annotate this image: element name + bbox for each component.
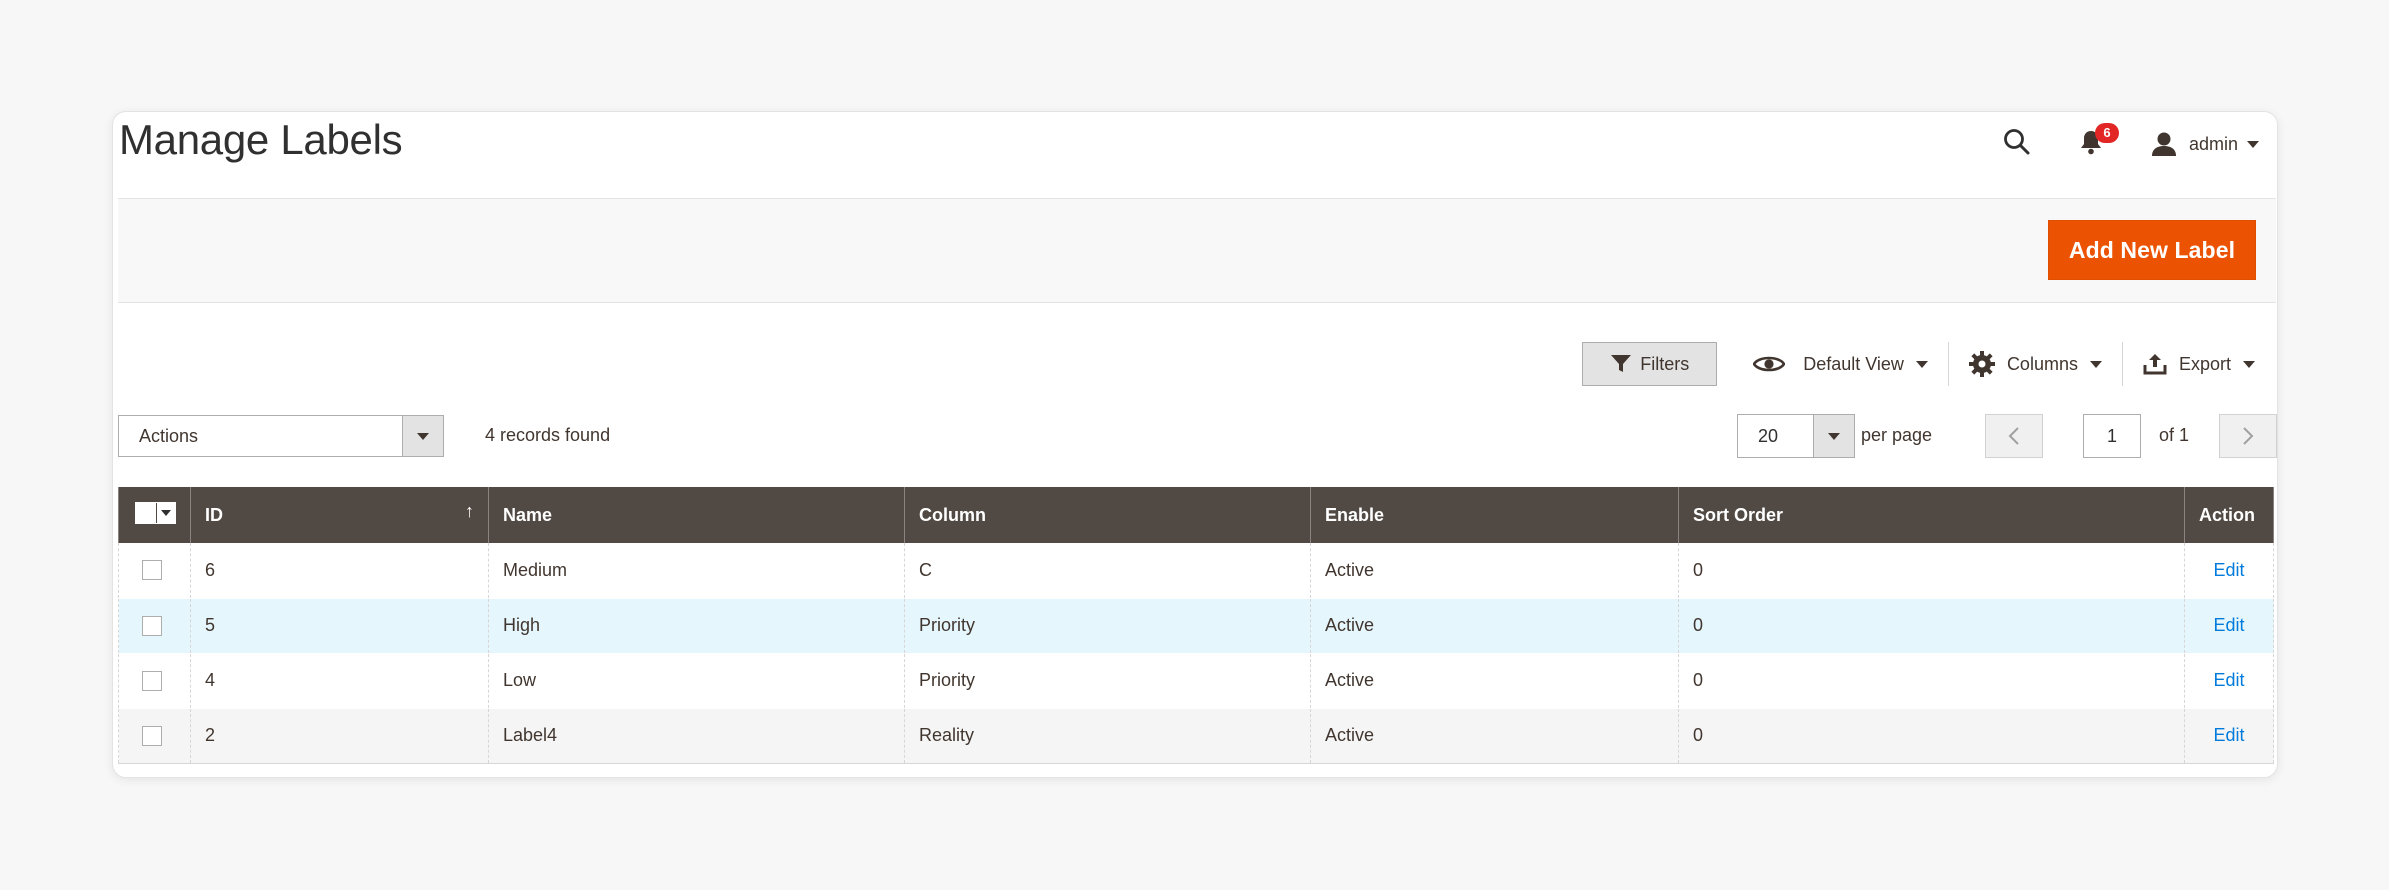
table-row: 2 Label4 Reality Active 0 Edit [118, 708, 2274, 764]
cell-name: Low [488, 653, 905, 709]
chevron-down-icon [1915, 360, 1928, 368]
edit-link[interactable]: Edit [2213, 670, 2244, 690]
cell-sort-order: 0 [1678, 543, 2185, 599]
per-page-value: 20 [1758, 425, 1779, 446]
chevron-down-icon [2089, 360, 2102, 368]
cell-sort-order: 0 [1678, 708, 2185, 764]
column-header-name[interactable]: Name [488, 487, 905, 543]
per-page-label: per page [1861, 425, 1933, 445]
page-actions-bar: Add New Label [118, 198, 2276, 303]
cell-action: Edit [2184, 598, 2274, 654]
column-header-column[interactable]: Column [904, 487, 1311, 543]
row-checkbox[interactable] [142, 725, 162, 746]
export-icon [2143, 354, 2167, 375]
columns-label: Columns [2006, 353, 2078, 374]
columns-dropdown[interactable]: Columns [1968, 342, 2102, 386]
mass-actions-label: Actions [139, 425, 199, 446]
cell-column: Reality [904, 708, 1311, 764]
row-select-cell [118, 543, 191, 599]
cell-id: 6 [190, 543, 489, 599]
admin-panel: Manage Labels 6 admin Add New Label Filt… [112, 111, 2278, 778]
per-page-select[interactable]: 20 [1737, 414, 1855, 458]
page-title: Manage Labels [119, 116, 403, 163]
chevron-down-icon [2243, 360, 2255, 368]
user-icon [2151, 132, 2176, 156]
cell-enable: Active [1310, 598, 1679, 654]
row-checkbox[interactable] [142, 615, 162, 636]
sort-ascending-icon: ↑ [465, 501, 474, 521]
toolbar-divider [2121, 342, 2123, 386]
cell-column: C [904, 543, 1311, 599]
mass-select-checkbox[interactable] [135, 502, 176, 524]
cell-enable: Active [1310, 708, 1679, 764]
column-header-sort-order[interactable]: Sort Order [1678, 487, 2185, 543]
user-menu[interactable]: admin [2151, 131, 2259, 157]
cell-column: Priority [904, 598, 1311, 654]
export-dropdown[interactable]: Export [2143, 342, 2255, 386]
table-row: 5 High Priority Active 0 Edit [118, 598, 2274, 654]
notifications-button[interactable]: 6 [2079, 122, 2119, 160]
default-view-dropdown[interactable]: Default View [1753, 342, 1928, 386]
cell-column: Priority [904, 653, 1311, 709]
header-actions: 6 admin [2003, 122, 2259, 164]
search-icon[interactable] [2003, 128, 2031, 161]
toolbar-divider [1947, 342, 1949, 386]
cell-sort-order: 0 [1678, 653, 2185, 709]
chevron-down-icon [2247, 140, 2259, 148]
edit-link[interactable]: Edit [2213, 615, 2244, 635]
chevron-down-icon [402, 416, 443, 456]
cell-action: Edit [2184, 653, 2274, 709]
grid-toolbar: Filters Default View Columns Export [1582, 341, 2277, 387]
cell-name: Label4 [488, 708, 905, 764]
eye-icon [1753, 356, 1786, 372]
cell-action: Edit [2184, 708, 2274, 764]
default-view-label: Default View [1803, 353, 1904, 374]
row-checkbox[interactable] [142, 560, 162, 581]
grid-header-row: ID ↑ Name Column Enable Sort Order Actio… [118, 487, 2274, 543]
cell-id: 2 [190, 708, 489, 764]
user-name: admin [2188, 133, 2238, 154]
export-label: Export [2178, 353, 2231, 374]
chevron-left-icon [2008, 427, 2019, 445]
filter-icon [1611, 355, 1632, 372]
column-header-action: Action [2184, 487, 2274, 543]
cell-action: Edit [2184, 543, 2274, 599]
table-row: 4 Low Priority Active 0 Edit [118, 653, 2274, 709]
mass-select-header [118, 487, 191, 543]
column-header-enable[interactable]: Enable [1310, 487, 1679, 543]
row-select-cell [118, 598, 191, 654]
cell-enable: Active [1310, 653, 1679, 709]
row-select-cell [118, 653, 191, 709]
next-page-button[interactable] [2219, 414, 2277, 458]
column-header-id[interactable]: ID ↑ [190, 487, 489, 543]
mass-actions-select[interactable]: Actions [118, 415, 444, 457]
cell-id: 4 [190, 653, 489, 709]
labels-grid: ID ↑ Name Column Enable Sort Order Actio… [118, 487, 2274, 764]
add-new-label-button[interactable]: Add New Label [2048, 220, 2256, 280]
edit-link[interactable]: Edit [2213, 725, 2244, 745]
chevron-down-icon [1813, 415, 1854, 457]
row-select-cell [118, 708, 191, 764]
gear-icon [1968, 351, 1995, 377]
cell-name: High [488, 598, 905, 654]
cell-name: Medium [488, 543, 905, 599]
filters-label: Filters [1640, 353, 1690, 374]
filters-button[interactable]: Filters [1582, 342, 1718, 386]
records-found: 4 records found [485, 425, 611, 445]
row-checkbox[interactable] [142, 670, 162, 691]
edit-link[interactable]: Edit [2213, 560, 2244, 580]
table-row: 6 Medium C Active 0 Edit [118, 543, 2274, 599]
page-number-input[interactable]: 1 [2083, 414, 2141, 458]
chevron-down-icon [157, 503, 175, 523]
cell-id: 5 [190, 598, 489, 654]
pager: 20 per page 1 of 1 [1737, 414, 2277, 458]
notification-badge: 6 [2094, 122, 2119, 143]
page-total-label: of 1 [2159, 425, 2190, 445]
cell-enable: Active [1310, 543, 1679, 599]
previous-page-button[interactable] [1985, 414, 2043, 458]
cell-sort-order: 0 [1678, 598, 2185, 654]
chevron-right-icon [2243, 427, 2254, 445]
